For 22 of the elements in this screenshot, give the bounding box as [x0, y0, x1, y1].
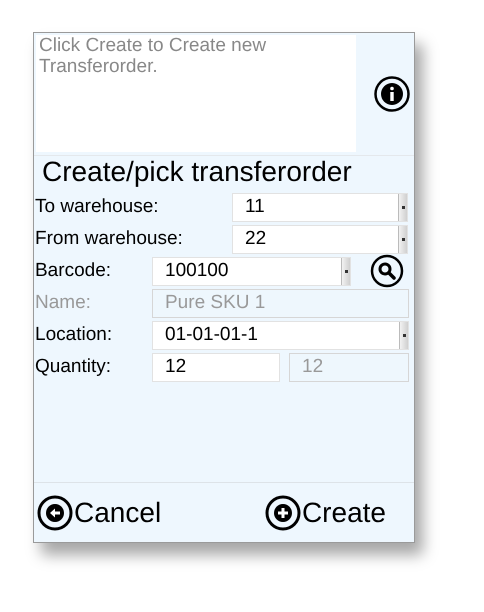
cancel-button[interactable]: Cancel	[37, 492, 162, 534]
info-icon[interactable]	[373, 74, 411, 112]
dropdown-field[interactable]: 100100	[152, 256, 351, 286]
create-button[interactable]: Create	[264, 492, 386, 534]
dropdown-field[interactable]: 11	[232, 192, 408, 222]
dropdown-field[interactable]: 01-01-01-1	[152, 320, 409, 350]
page-title: Create/pick transferorder	[34, 155, 414, 188]
field-value: 22	[244, 226, 268, 251]
dropdown-field[interactable]: 22	[232, 224, 408, 254]
field-label: To warehouse:	[35, 194, 160, 219]
field-label: Barcode:	[35, 258, 112, 283]
search-icon[interactable]	[370, 254, 404, 288]
plus-icon	[264, 494, 301, 530]
message-field[interactable]: Click Create to Create new Transferorder.	[36, 35, 356, 152]
field-label: Quantity:	[35, 354, 112, 379]
field-value: 01-01-01-1	[164, 322, 259, 347]
field-value: 11	[244, 194, 266, 219]
field-label: From warehouse:	[35, 226, 184, 251]
field-label: Location:	[35, 322, 114, 347]
quantity-field[interactable]: 12	[152, 352, 280, 382]
field-value: 100100	[164, 258, 230, 283]
field-label: Name:	[35, 290, 92, 315]
